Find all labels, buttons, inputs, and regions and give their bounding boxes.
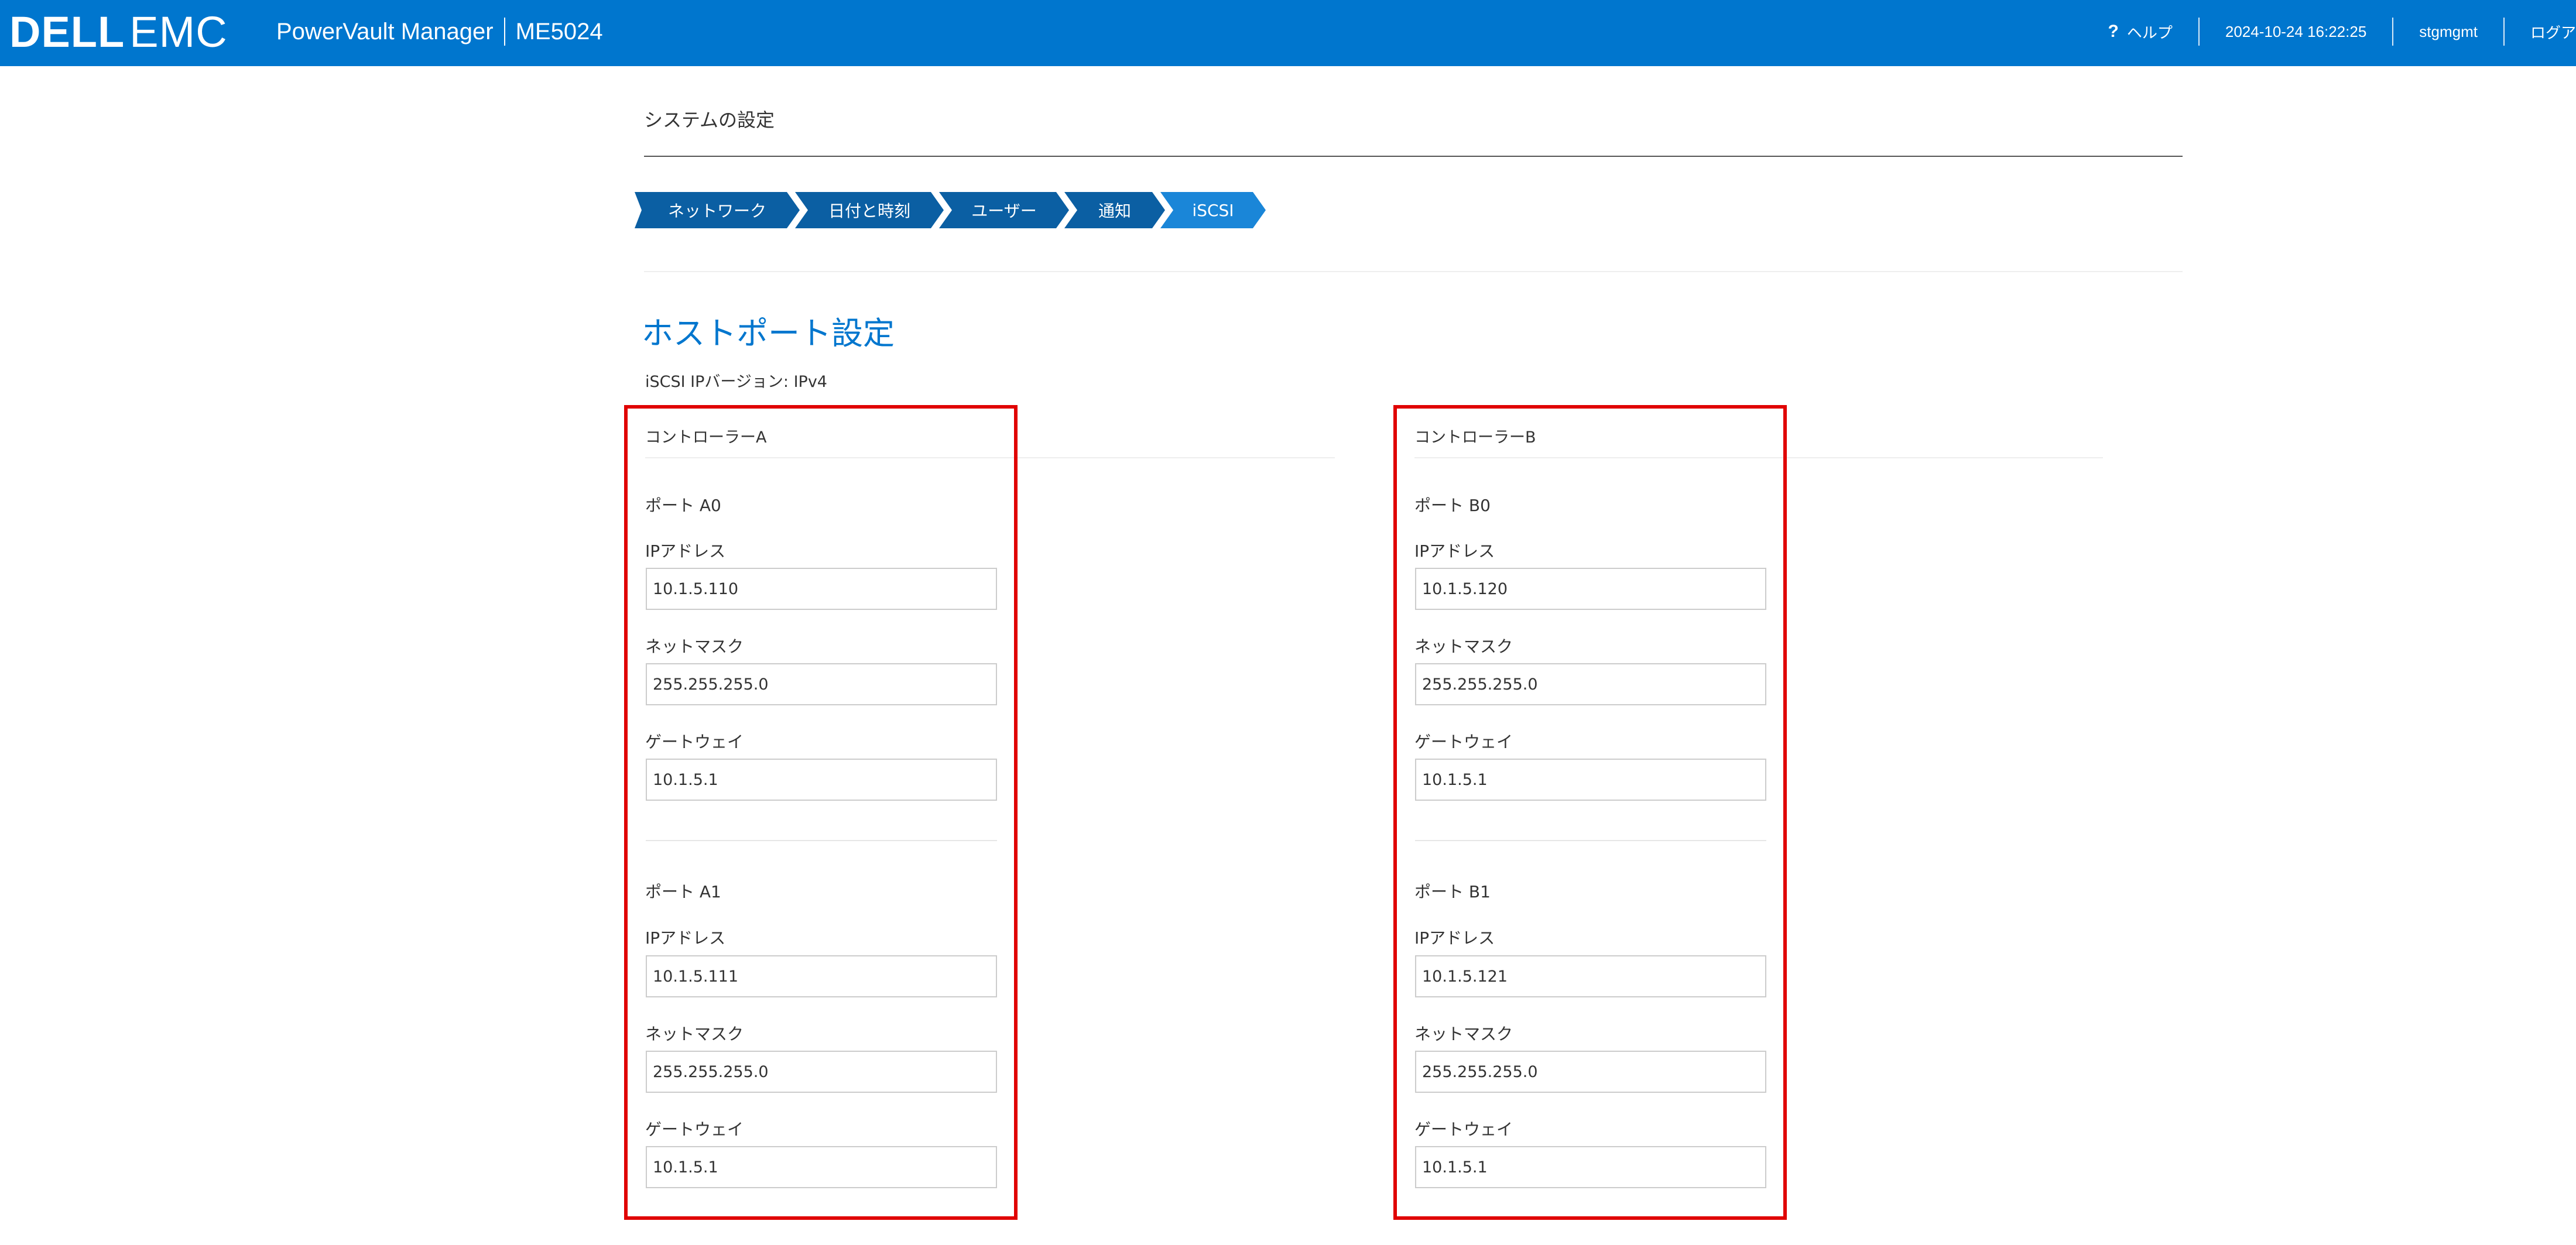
iscsi-ip-version: iSCSI IPバージョン: IPv4 (645, 369, 827, 392)
highlight-box-controller-a (624, 405, 1018, 1220)
top-header: DELL EMC PowerVault Manager ME5024 ? ヘルプ… (0, 0, 2576, 66)
dell-emc-logo: DELL EMC (9, 7, 228, 56)
port-b0-netmask-label: ネットマスク (1414, 637, 1513, 656)
wizard-step-date-time[interactable]: 日付と時刻 (795, 192, 944, 228)
controller-b-label: コントローラーB (1414, 428, 1536, 447)
wizard-steps: ネットワーク 日付と時刻 ユーザー 通知 iSCSI (635, 192, 1261, 228)
logout-label: ログア (2530, 23, 2576, 42)
logout-link[interactable]: ログア (2505, 18, 2576, 46)
wizard-step-label: 通知 (1098, 201, 1131, 221)
highlight-box-controller-b (1393, 405, 1787, 1220)
port-b0-netmask-input[interactable] (1415, 663, 1766, 705)
page-title: システムの設定 (644, 109, 775, 131)
port-a0-gateway-label: ゲートウェイ (645, 732, 744, 752)
ip-version-label: iSCSI IPバージョン: (645, 373, 789, 391)
wizard-step-label: ネットワーク (667, 201, 766, 221)
help-label: ヘルプ (2126, 23, 2173, 42)
port-a0-gateway-input[interactable] (646, 759, 997, 801)
port-b1-label: ポート B1 (1414, 882, 1491, 901)
port-a1-ip-label: IPアドレス (645, 928, 726, 948)
controller-a-label: コントローラーA (645, 428, 767, 447)
wizard-step-label: ユーザー (971, 201, 1037, 221)
port-b1-ip-label: IPアドレス (1414, 928, 1495, 948)
system-model: ME5024 (515, 18, 603, 44)
port-a1-gateway-label: ゲートウェイ (645, 1120, 744, 1139)
port-a0-netmask-input[interactable] (646, 663, 997, 705)
port-a0-ip-label: IPアドレス (645, 541, 726, 561)
port-a0-ip-input[interactable] (646, 568, 997, 610)
wizard-step-iscsi[interactable]: iSCSI (1160, 192, 1266, 228)
section-title: ホストポート設定 (642, 315, 895, 352)
wizard-step-label: 日付と時刻 (828, 201, 910, 221)
logo-emc: EMC (129, 7, 228, 56)
port-b1-ip-input[interactable] (1415, 955, 1766, 997)
port-b0-gateway-label: ゲートウェイ (1414, 732, 1513, 752)
datetime-text: 2024-10-24 16:22:25 (2225, 22, 2367, 40)
ip-version-value: IPv4 (793, 373, 827, 391)
wizard-step-network[interactable]: ネットワーク (635, 192, 800, 228)
port-a1-netmask-label: ネットマスク (645, 1024, 744, 1044)
port-b0-gateway-input[interactable] (1415, 759, 1766, 801)
app-name: PowerVault Manager (276, 18, 494, 44)
logo-dell: DELL (9, 7, 125, 56)
port-a-divider (646, 840, 997, 841)
user-menu[interactable]: stgmgmt (2393, 18, 2505, 46)
port-b-divider (1415, 840, 1766, 841)
port-a1-gateway-input[interactable] (646, 1146, 997, 1188)
port-b1-netmask-label: ネットマスク (1414, 1024, 1513, 1044)
controller-a-rule (645, 457, 1335, 458)
help-link[interactable]: ? ヘルプ (2082, 18, 2200, 46)
wizard-step-label: iSCSI (1192, 200, 1234, 220)
port-b1-gateway-input[interactable] (1415, 1146, 1766, 1188)
wizard-step-notifications[interactable]: 通知 (1064, 192, 1165, 228)
port-a1-ip-input[interactable] (646, 955, 997, 997)
page-header: システムの設定 (644, 101, 2183, 157)
port-a0-label: ポート A0 (645, 496, 721, 515)
port-b1-gateway-label: ゲートウェイ (1414, 1120, 1513, 1139)
port-a1-netmask-input[interactable] (646, 1051, 997, 1093)
port-b0-ip-label: IPアドレス (1414, 541, 1495, 561)
help-icon: ? (2108, 22, 2119, 41)
port-a1-label: ポート A1 (645, 882, 721, 901)
section-divider (644, 271, 2183, 272)
header-right: ? ヘルプ 2024-10-24 16:22:25 stgmgmt ログア (2082, 18, 2576, 46)
controller-b-rule (1414, 457, 2103, 458)
port-b0-label: ポート B0 (1414, 496, 1491, 515)
system-datetime: 2024-10-24 16:22:25 (2200, 18, 2394, 46)
user-name: stgmgmt (2419, 22, 2478, 40)
port-a0-netmask-label: ネットマスク (645, 637, 744, 656)
port-b1-netmask-input[interactable] (1415, 1051, 1766, 1093)
port-b0-ip-input[interactable] (1415, 568, 1766, 610)
title-separator (503, 18, 505, 46)
wizard-step-users[interactable]: ユーザー (939, 192, 1069, 228)
app-title: PowerVault Manager ME5024 (276, 15, 603, 48)
